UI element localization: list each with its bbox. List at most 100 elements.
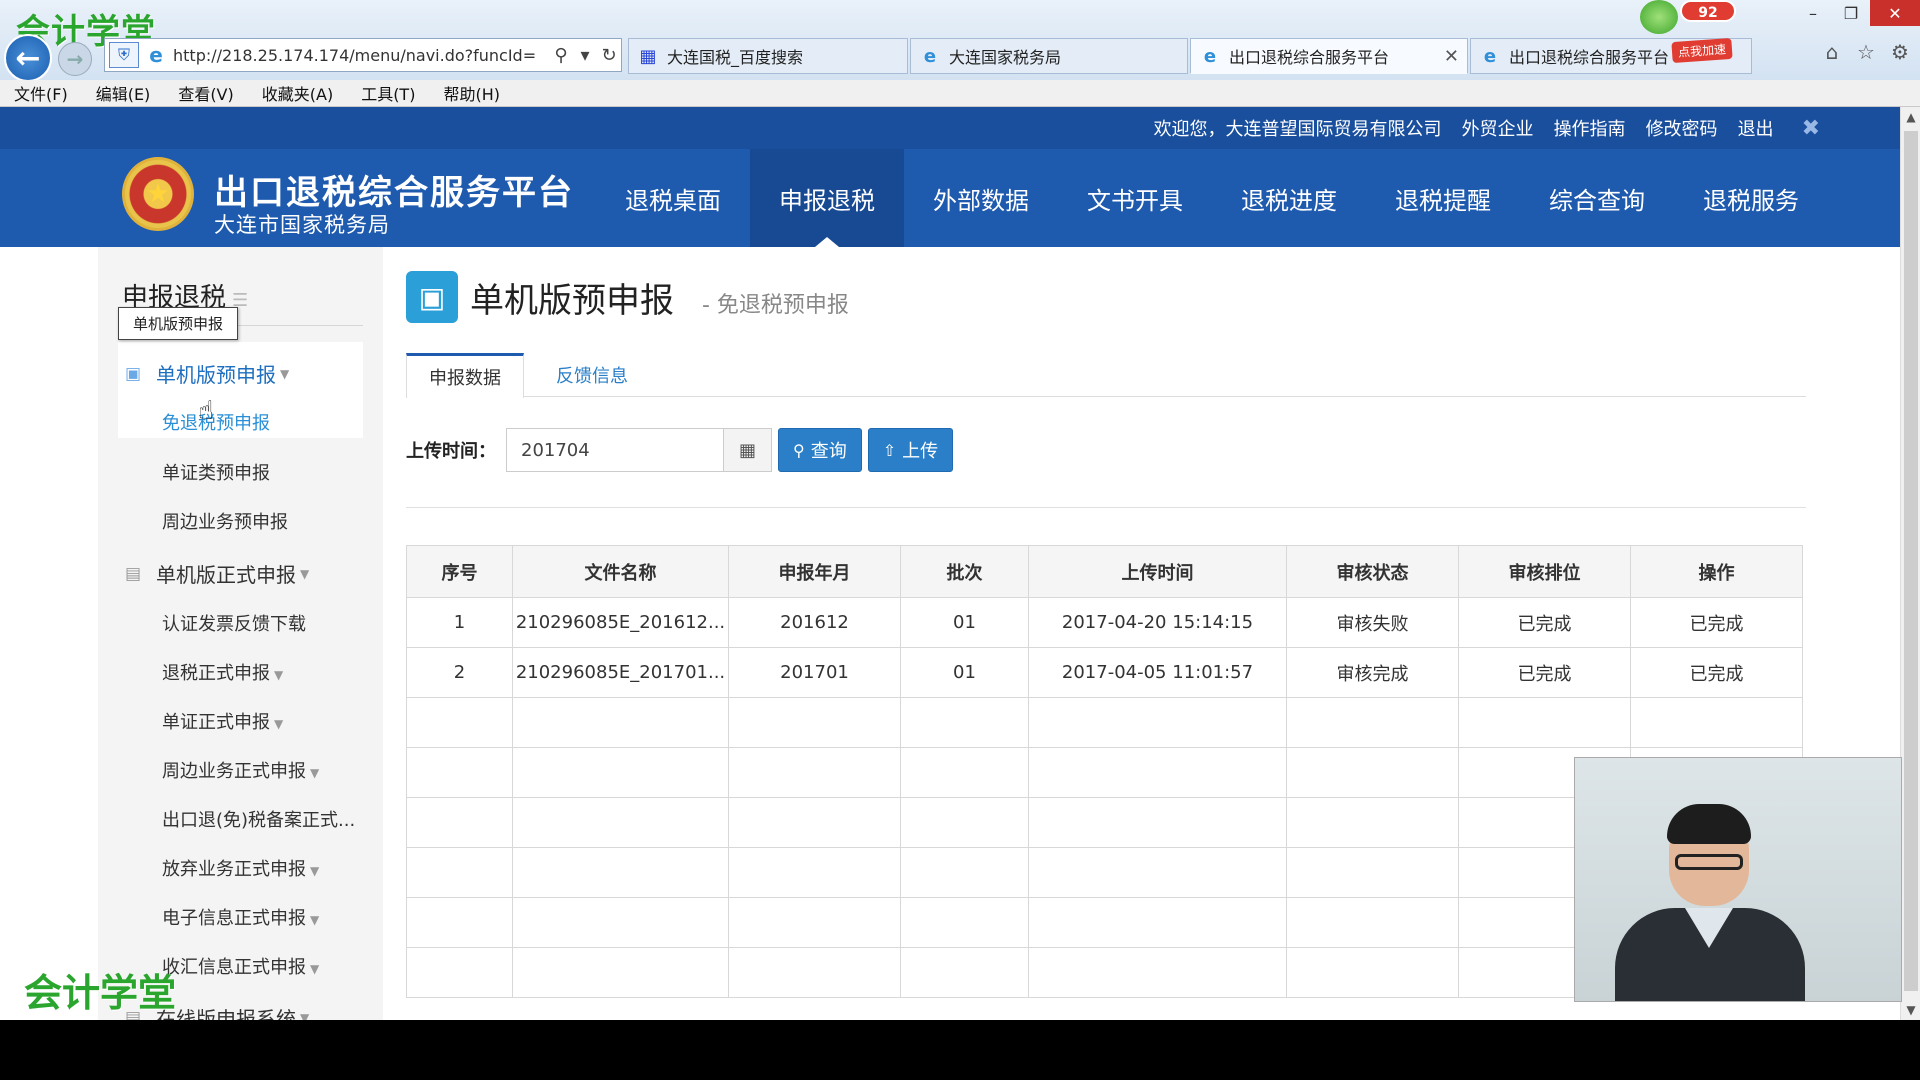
- speed-up-badge[interactable]: 点我加速: [1671, 37, 1733, 64]
- sidebar: 申报退税 ☰ 单机版预申报 ▣ 单机版预申报 ▼ 免退税预申报 单证类预申报 周边…: [98, 247, 383, 1020]
- sidebar-item-refund-formal[interactable]: 退税正式申报 ▼: [162, 659, 283, 685]
- sidebar-group-label: 单机版正式申报: [156, 563, 296, 587]
- upload-time-input[interactable]: [506, 428, 724, 472]
- page-title: 单机版预申报: [470, 281, 674, 321]
- sidebar-item-einfo-formal[interactable]: 电子信息正式申报 ▼: [162, 904, 319, 930]
- col-filename[interactable]: 文件名称: [512, 545, 729, 598]
- tab-feedback[interactable]: 反馈信息: [534, 353, 650, 397]
- tab-label: 大连国税_百度搜索: [667, 48, 804, 67]
- browser-tab-3-active[interactable]: e 出口退税综合服务平台 ✕: [1190, 38, 1468, 74]
- menu-view[interactable]: 查看(V): [164, 81, 247, 105]
- watermark-logo-bottom: 会计学堂: [24, 971, 177, 1015]
- sidebar-item-voucher-pre[interactable]: 单证类预申报: [162, 459, 270, 485]
- scroll-up-icon[interactable]: ▲: [1901, 107, 1920, 127]
- search-icon[interactable]: ⚲: [549, 45, 573, 66]
- cell-filename: 210296085E_201701...: [512, 647, 729, 698]
- nav-external-data[interactable]: 外部数据: [904, 149, 1058, 247]
- link-logout[interactable]: 退出: [1738, 115, 1774, 141]
- nav-documents[interactable]: 文书开具: [1058, 149, 1212, 247]
- sidebar-item-abandon-formal[interactable]: 放弃业务正式申报 ▼: [162, 855, 319, 881]
- cell-period: 201701: [728, 647, 901, 698]
- nav-query[interactable]: 综合查询: [1520, 149, 1674, 247]
- ie-icon: e: [923, 45, 937, 67]
- nav-refund-service[interactable]: 退税服务: [1674, 149, 1828, 247]
- menu-file[interactable]: 文件(F): [0, 81, 82, 105]
- col-period[interactable]: 申报年月: [728, 545, 901, 598]
- chevron-down-icon: ▼: [274, 717, 284, 731]
- chevron-down-icon: ▼: [310, 766, 320, 780]
- close-window-icon[interactable]: ✕: [1870, 0, 1920, 26]
- query-button[interactable]: ⚲ 查询: [778, 428, 862, 472]
- link-change-password[interactable]: 修改密码: [1646, 115, 1718, 141]
- link-guide[interactable]: 操作指南: [1554, 115, 1626, 141]
- query-button-label: 查询: [810, 441, 847, 462]
- forward-button[interactable]: →: [58, 42, 92, 76]
- upload-button[interactable]: ⇧ 上传: [867, 428, 954, 472]
- back-button[interactable]: ←: [4, 34, 52, 82]
- filter-bar: 上传时间： ▦ ⚲ 查询 ⇧ 上传: [406, 427, 954, 473]
- chevron-down-icon: ▼: [280, 366, 290, 381]
- sidebar-item-peripheral-formal[interactable]: 周边业务正式申报 ▼: [162, 757, 319, 783]
- nav-tax-desktop[interactable]: 退税桌面: [596, 149, 750, 247]
- cell-batch: 01: [900, 597, 1029, 648]
- sidebar-item-voucher-formal[interactable]: 单证正式申报 ▼: [162, 708, 283, 734]
- cell-seq: 2: [406, 647, 513, 698]
- table-row[interactable]: 2 210296085E_201701... 201701 01 2017-04…: [406, 647, 1803, 698]
- nav-declare-refund[interactable]: 申报退税: [750, 149, 904, 247]
- sidebar-item-peripheral-pre[interactable]: 周边业务预申报: [162, 508, 288, 534]
- cell-upload-time: 2017-04-20 15:14:15: [1028, 597, 1287, 648]
- site-subtitle: 大连市国家税务局: [214, 213, 390, 237]
- page-scrollbar[interactable]: ▲ ▼: [1900, 107, 1920, 1020]
- dropdown-icon[interactable]: ▾: [573, 45, 597, 66]
- table-header-row: 序号 文件名称 申报年月 批次 上传时间 审核状态 审核排位 操作: [406, 545, 1803, 598]
- sidebar-item-invoice-feedback[interactable]: 认证发票反馈下载: [162, 610, 306, 636]
- minimize-icon[interactable]: –: [1794, 0, 1832, 26]
- link-foreign-trade[interactable]: 外贸企业: [1462, 115, 1534, 141]
- nav-refund-progress[interactable]: 退税进度: [1212, 149, 1366, 247]
- ie-icon: e: [149, 43, 163, 67]
- mouse-cursor-icon: ☝: [198, 396, 214, 426]
- site-title: 出口退税综合服务平台: [214, 173, 574, 213]
- compat-shield-icon[interactable]: ⛨: [109, 42, 139, 68]
- url-text[interactable]: http://218.25.174.174/menu/navi.do?funcI…: [173, 46, 549, 65]
- col-audit-status[interactable]: 审核状态: [1286, 545, 1459, 598]
- sidebar-group-standalone-formal[interactable]: ▤ 单机版正式申报 ▼: [122, 559, 309, 588]
- fullscreen-x-icon[interactable]: ✖: [1802, 116, 1820, 141]
- browser-tab-1[interactable]: ▦ 大连国税_百度搜索: [628, 38, 908, 74]
- notification-badge[interactable]: 92: [1680, 0, 1736, 22]
- col-seq[interactable]: 序号: [406, 545, 513, 598]
- table-row[interactable]: 1 210296085E_201612... 201612 01 2017-04…: [406, 597, 1803, 648]
- menu-edit[interactable]: 编辑(E): [82, 81, 165, 105]
- menu-favorites[interactable]: 收藏夹(A): [248, 81, 347, 105]
- tab-label: 出口退税综合服务平台: [1509, 48, 1670, 67]
- settings-gear-icon[interactable]: ⚙: [1888, 40, 1912, 64]
- sidebar-item-filing-formal[interactable]: 出口退(免)税备案正式...: [162, 806, 355, 832]
- menu-tools[interactable]: 工具(T): [347, 81, 429, 105]
- sidebar-item-receipt-formal[interactable]: 收汇信息正式申报 ▼: [162, 953, 319, 979]
- chevron-down-icon: ▼: [300, 1010, 310, 1021]
- col-audit-rank[interactable]: 审核排位: [1458, 545, 1631, 598]
- sidebar-item-label: 单证正式申报: [162, 712, 270, 733]
- address-bar[interactable]: ⛨ e http://218.25.174.174/menu/navi.do?f…: [104, 38, 622, 72]
- cell-batch: 01: [900, 647, 1029, 698]
- upload-time-label: 上传时间：: [406, 441, 496, 462]
- nav-refund-reminder[interactable]: 退税提醒: [1366, 149, 1520, 247]
- menu-help[interactable]: 帮助(H): [429, 81, 514, 105]
- browser-tab-2[interactable]: e 大连国家税务局: [910, 38, 1188, 74]
- col-batch[interactable]: 批次: [900, 545, 1029, 598]
- refresh-icon[interactable]: ↻: [597, 45, 621, 66]
- col-upload-time[interactable]: 上传时间: [1028, 545, 1287, 598]
- tab-close-icon[interactable]: ✕: [1444, 46, 1459, 67]
- restore-icon[interactable]: ❐: [1832, 0, 1870, 26]
- col-action[interactable]: 操作: [1630, 545, 1803, 598]
- calendar-icon[interactable]: ▦: [724, 428, 772, 472]
- sidebar-item-label: 周边业务正式申报: [162, 761, 306, 782]
- scroll-down-icon[interactable]: ▼: [1901, 1000, 1920, 1020]
- tab-declare-data[interactable]: 申报数据: [406, 353, 524, 398]
- scroll-thumb[interactable]: [1904, 131, 1918, 991]
- chevron-down-icon: ▼: [310, 864, 320, 878]
- favorites-star-icon[interactable]: ☆: [1854, 40, 1878, 64]
- sidebar-item-label: 收汇信息正式申报: [162, 957, 306, 978]
- sidebar-group-standalone-pre[interactable]: ▣ 单机版预申报 ▼: [122, 359, 289, 388]
- home-icon[interactable]: ⌂: [1820, 40, 1844, 64]
